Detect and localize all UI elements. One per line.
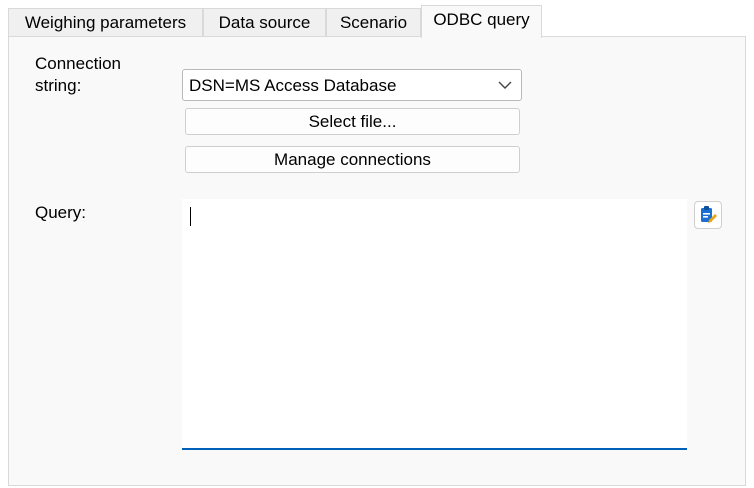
query-textarea[interactable]: [182, 199, 687, 450]
tab-weighing-parameters[interactable]: Weighing parameters: [8, 8, 203, 37]
connection-string-label-line1: Connection: [35, 54, 122, 73]
query-builder-button[interactable]: [694, 201, 722, 229]
tab-scenario[interactable]: Scenario: [326, 8, 421, 37]
query-label: Query:: [35, 203, 87, 222]
chevron-down-icon: [498, 81, 512, 89]
tab-data-source[interactable]: Data source: [203, 8, 326, 37]
text-caret: [190, 207, 191, 226]
connection-string-dropdown[interactable]: DSN=MS Access Database: [182, 69, 522, 101]
clipboard-edit-icon: [701, 206, 717, 223]
connection-string-value: DSN=MS Access Database: [189, 76, 397, 95]
tab-odbc-query[interactable]: ODBC query: [421, 5, 542, 38]
connection-string-label-line2: string:: [35, 76, 82, 95]
select-file-button[interactable]: Select file...: [185, 108, 520, 135]
manage-connections-button[interactable]: Manage connections: [185, 146, 520, 173]
